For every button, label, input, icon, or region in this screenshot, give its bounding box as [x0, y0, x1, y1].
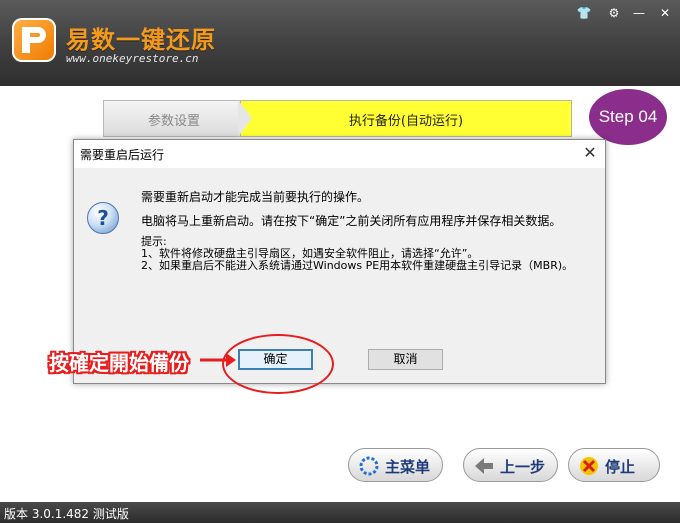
previous-step-label: 上一步 [500, 458, 546, 476]
previous-step-button[interactable]: 上一步 [463, 448, 558, 482]
back-arrow-icon [475, 458, 493, 474]
annotation-text: 按確定開始備份 [49, 351, 189, 375]
main-menu-button[interactable]: 主菜单 [348, 448, 443, 482]
main-menu-label: 主菜单 [385, 458, 431, 476]
stop-icon [580, 457, 598, 475]
stop-button[interactable]: 停止 [568, 448, 660, 482]
version-text: 版本 3.0.1.482 测试版 [4, 507, 129, 521]
stop-label: 停止 [605, 458, 636, 476]
step-arrow [238, 100, 252, 137]
app-title: 易数一键还原 [66, 26, 216, 54]
dialog-title-bar: 需要重启后运行 ✕ [74, 140, 605, 168]
status-bar: 版本 3.0.1.482 测试版 [0, 502, 680, 523]
step-current: 执行备份(自动运行) [240, 100, 572, 137]
refresh-icon [359, 456, 379, 476]
cancel-button[interactable]: 取消 [368, 349, 443, 370]
question-icon: ? [87, 202, 119, 234]
app-url: www.onekeyrestore.cn [66, 52, 199, 65]
step-previous: 参数设置 [103, 100, 253, 137]
title-bar: 易数一键还原 www.onekeyrestore.cn 👕 ⚙ — ✕ [0, 0, 680, 86]
dialog-message-1: 需要重新启动才能完成当前要执行的操作。 [141, 190, 370, 204]
dialog-message-2: 电脑将马上重新启动。请在按下“确定”之前关闭所有应用程序并保存相关数据。 [141, 214, 562, 228]
annotation-circle [222, 334, 334, 394]
dialog-title: 需要重启后运行 [80, 148, 165, 162]
step-current-label: 执行备份(自动运行) [348, 114, 464, 129]
minimize-button[interactable]: — [630, 5, 648, 21]
tip-2: 2、如果重启后不能进入系统请通过Windows PE用本软件重建硬盘主引导记录（… [141, 259, 574, 272]
settings-icon[interactable]: ⚙ [605, 5, 623, 21]
close-button[interactable]: ✕ [656, 5, 674, 21]
dialog-close-icon[interactable]: ✕ [581, 144, 599, 162]
skin-icon[interactable]: 👕 [575, 5, 593, 21]
app-logo-icon [12, 18, 56, 62]
step-badge: Step 04 [589, 89, 667, 145]
step-previous-label: 参数设置 [147, 114, 200, 129]
